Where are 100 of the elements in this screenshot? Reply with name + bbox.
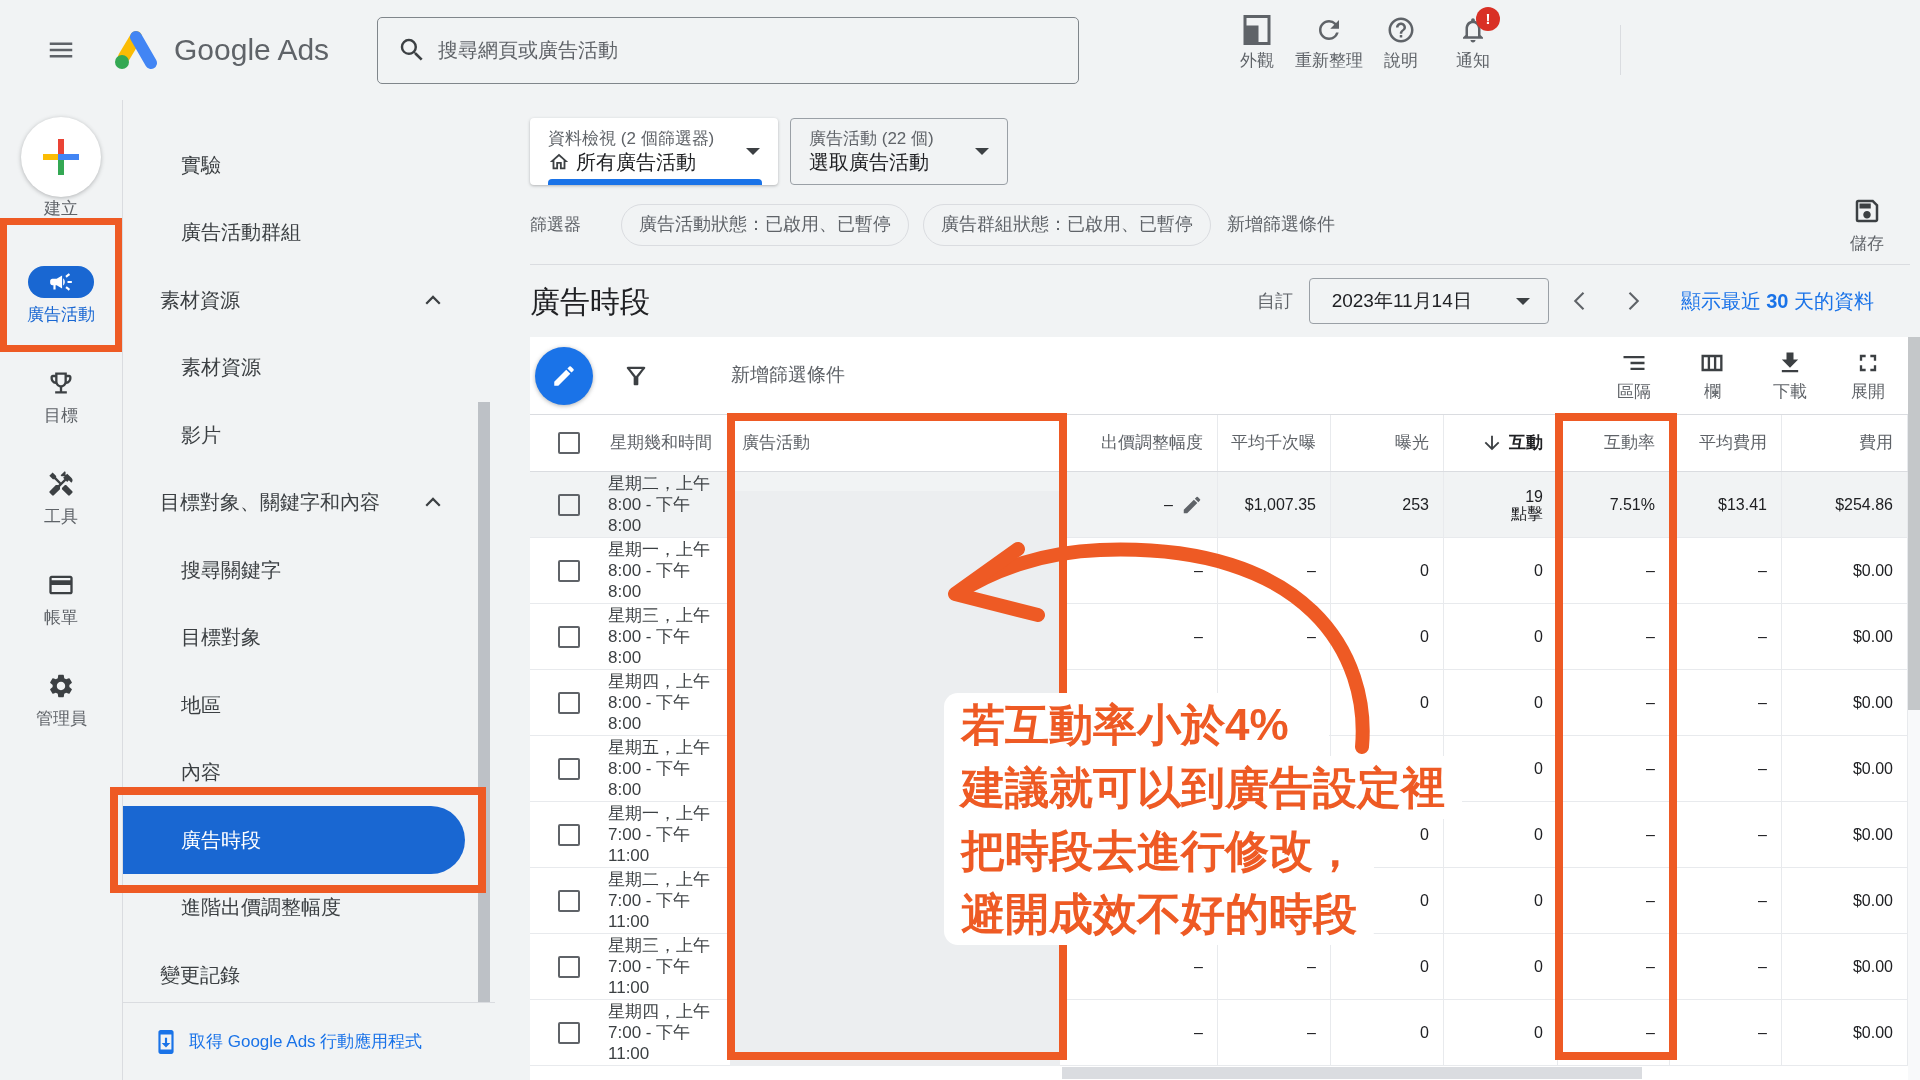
date-range-label: 自訂 [1256,289,1293,313]
layout-icon [1242,15,1272,45]
chevron-right-icon[interactable] [1627,291,1640,311]
toolbar-button[interactable]: 說明 [1365,7,1437,71]
tool-button[interactable]: 下載 [1760,349,1820,402]
cell-text: 0 [1534,826,1543,843]
nav-section-header[interactable]: 目標對象、關鍵字和內容 [123,468,458,536]
cell-text: 0 [1420,958,1429,975]
cell-text: $1,007.35 [1244,496,1316,513]
column-header[interactable]: 互動率 [1558,415,1670,471]
day-time-text: 星期二，上午 7:00 - 下午 11:00 [608,869,711,932]
day-time-text: 星期一，上午 8:00 - 下午 8:00 [608,539,711,602]
column-header[interactable]: 互動 [1444,415,1558,471]
nav-section-header[interactable]: 素材資源 [123,266,458,334]
search-field[interactable]: 搜尋網頁或廣告活動 [377,16,1079,84]
last-30-days-link[interactable]: 顯示最近 30 天的資料 [1680,286,1874,316]
checkbox[interactable] [558,691,580,714]
cell-text: $0.00 [1852,760,1893,777]
toolbar-button[interactable]: 重新整理 [1293,7,1365,71]
mobile-app-link[interactable]: 取得 Google Ads 行動應用程式 [153,1028,423,1055]
tools-icon [47,470,75,498]
edit-button[interactable] [535,346,593,405]
checkbox[interactable] [558,823,580,846]
checkbox[interactable] [558,432,580,454]
column-header[interactable]: 出價調整幅度 [1060,415,1218,471]
day-time-text: 星期四，上午 7:00 - 下午 11:00 [608,1001,711,1064]
cell-text: 0 [1534,694,1543,711]
cell-text: – [1758,892,1767,909]
cell-text: $0.00 [1852,628,1893,645]
checkbox[interactable] [558,757,580,780]
cell-text: 0 [1534,562,1543,579]
selector-dropdown[interactable]: 資料檢視 (2 個篩選器) 所有廣告活動 [530,118,778,185]
cell-text: 0 [1420,562,1429,579]
plus-icon [43,139,79,175]
cell-text: – [1194,562,1203,579]
rail-item[interactable]: 帳單 [0,553,122,654]
checkbox[interactable] [558,955,580,978]
checkbox[interactable] [558,889,580,912]
nav-item[interactable]: 目標對象 [123,603,465,671]
nav-item[interactable]: 搜尋關鍵字 [123,536,465,604]
column-header[interactable]: 廣告活動 [730,415,1060,471]
nav-item[interactable]: 地區 [123,671,465,739]
nav-item[interactable]: 進階出價調整幅度 [123,873,465,941]
add-filter-button[interactable]: 新增篩選條件 [1227,211,1335,238]
nav-item[interactable]: 內容 [123,738,465,806]
cell-text: – [1307,958,1316,975]
scrollbar-thumb[interactable] [1908,337,1920,710]
nav-item[interactable]: 變更記錄 [123,941,465,1009]
rail-item[interactable]: 目標 [0,351,122,452]
day-time-text: 星期三，上午 7:00 - 下午 11:00 [608,935,711,998]
column-header[interactable]: 平均費用 [1670,415,1782,471]
cell-text: – [1646,694,1655,711]
nav-item[interactable]: 廣告時段 [123,806,465,874]
checkbox[interactable] [558,559,580,582]
notification-badge: ! [1476,7,1500,31]
checkbox[interactable] [558,493,580,516]
toolbar-button[interactable]: 外觀 [1221,7,1293,71]
tool-button[interactable]: 展開 [1838,349,1898,402]
scrollbar-thumb[interactable] [1062,1067,1642,1079]
cell-text: – [1758,958,1767,975]
cell-text: – [1646,562,1655,579]
nav-item[interactable]: 廣告活動群組 [123,198,465,266]
nav-item[interactable]: 素材資源 [123,333,465,401]
day-time-text: 星期四，上午 8:00 - 下午 8:00 [608,671,711,734]
rail-item[interactable]: 工具 [0,452,122,553]
cell-text: – [1194,958,1203,975]
callout-text: 避開成效不好的時段 [944,882,1374,945]
add-filter-button[interactable]: 新增篩選條件 [731,361,845,390]
save-button[interactable]: 儲存 [1850,195,1884,254]
cell-text: $0.00 [1852,562,1893,579]
cell-text: – [1307,1024,1316,1041]
cell-text: – [1307,628,1316,645]
checkbox[interactable] [558,1021,580,1044]
column-header[interactable]: 平均千次曝 [1218,415,1331,471]
column-header[interactable]: 曝光 [1331,415,1444,471]
nav-item[interactable]: 影片 [123,401,465,469]
day-time-text: 星期二，上午 8:00 - 下午 8:00 [608,473,711,536]
chevron-left-icon[interactable] [1572,291,1585,311]
date-dropdown[interactable]: 2023年11月14日 [1308,278,1549,324]
rail-item[interactable]: 廣告活動 [0,250,122,351]
cell-text: 19 點擊 [1511,487,1543,522]
checkbox[interactable] [558,625,580,648]
cell-text: $13.41 [1718,496,1767,513]
filters-label: 篩選器 [530,213,581,236]
cell-text: – [1646,892,1655,909]
cell-text: $0.00 [1852,826,1893,843]
selector-dropdown[interactable]: 廣告活動 (22 個) 選取廣告活動 [790,118,1008,185]
tool-button[interactable]: 區隔 [1604,349,1664,402]
rail-item[interactable]: 管理員 [0,654,122,755]
cell-text: – [1194,628,1203,645]
column-header[interactable]: 星期幾和時間 [598,415,730,471]
page-title: 廣告時段 [530,283,650,320]
create-button[interactable] [21,117,101,197]
tool-button[interactable]: 欄 [1682,349,1742,402]
nav-item[interactable]: 實驗 [123,131,465,199]
settings-icon [47,672,75,700]
cell-text: 0 [1420,628,1429,645]
cell-text: 0 [1534,958,1543,975]
toolbar-button[interactable]: ! 通知 [1437,7,1509,71]
cell-text: – [1758,1024,1767,1041]
